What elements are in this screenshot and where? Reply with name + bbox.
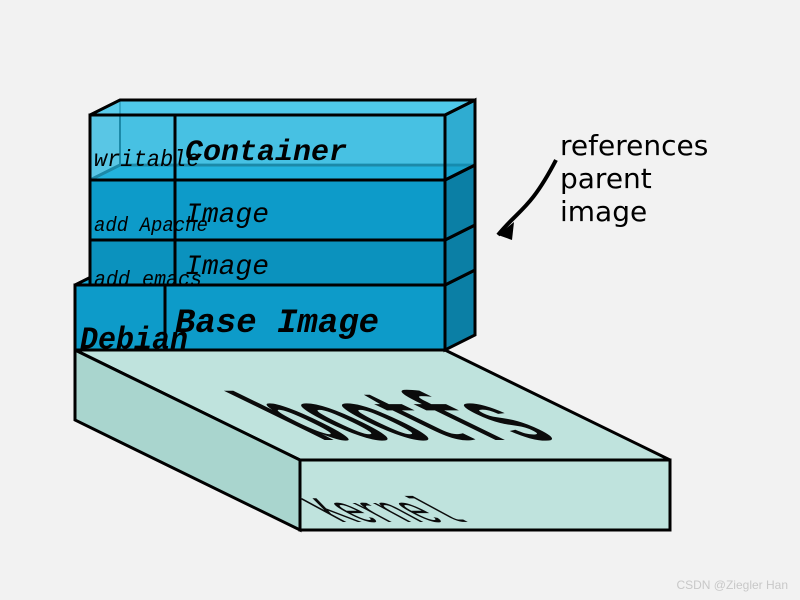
- reference-annotation: references parent image: [560, 129, 708, 228]
- watermark: CSDN @Ziegler Han: [676, 578, 788, 592]
- container-right-label: Container: [185, 136, 347, 170]
- emacs-right-label: Image: [185, 252, 269, 283]
- container-layer: writable Container: [90, 100, 475, 180]
- reference-arrow: [498, 160, 556, 240]
- annotation-line1: references: [560, 129, 708, 162]
- base-left-label: Debian: [80, 323, 188, 359]
- annotation-line3: image: [560, 195, 647, 228]
- apache-right-label: Image: [185, 200, 269, 231]
- base-right-label: Base Image: [175, 305, 379, 343]
- container-left-label: writable: [94, 146, 200, 173]
- kernel-slab: bootfs Kernel: [75, 350, 670, 533]
- annotation-line2: parent: [560, 162, 652, 195]
